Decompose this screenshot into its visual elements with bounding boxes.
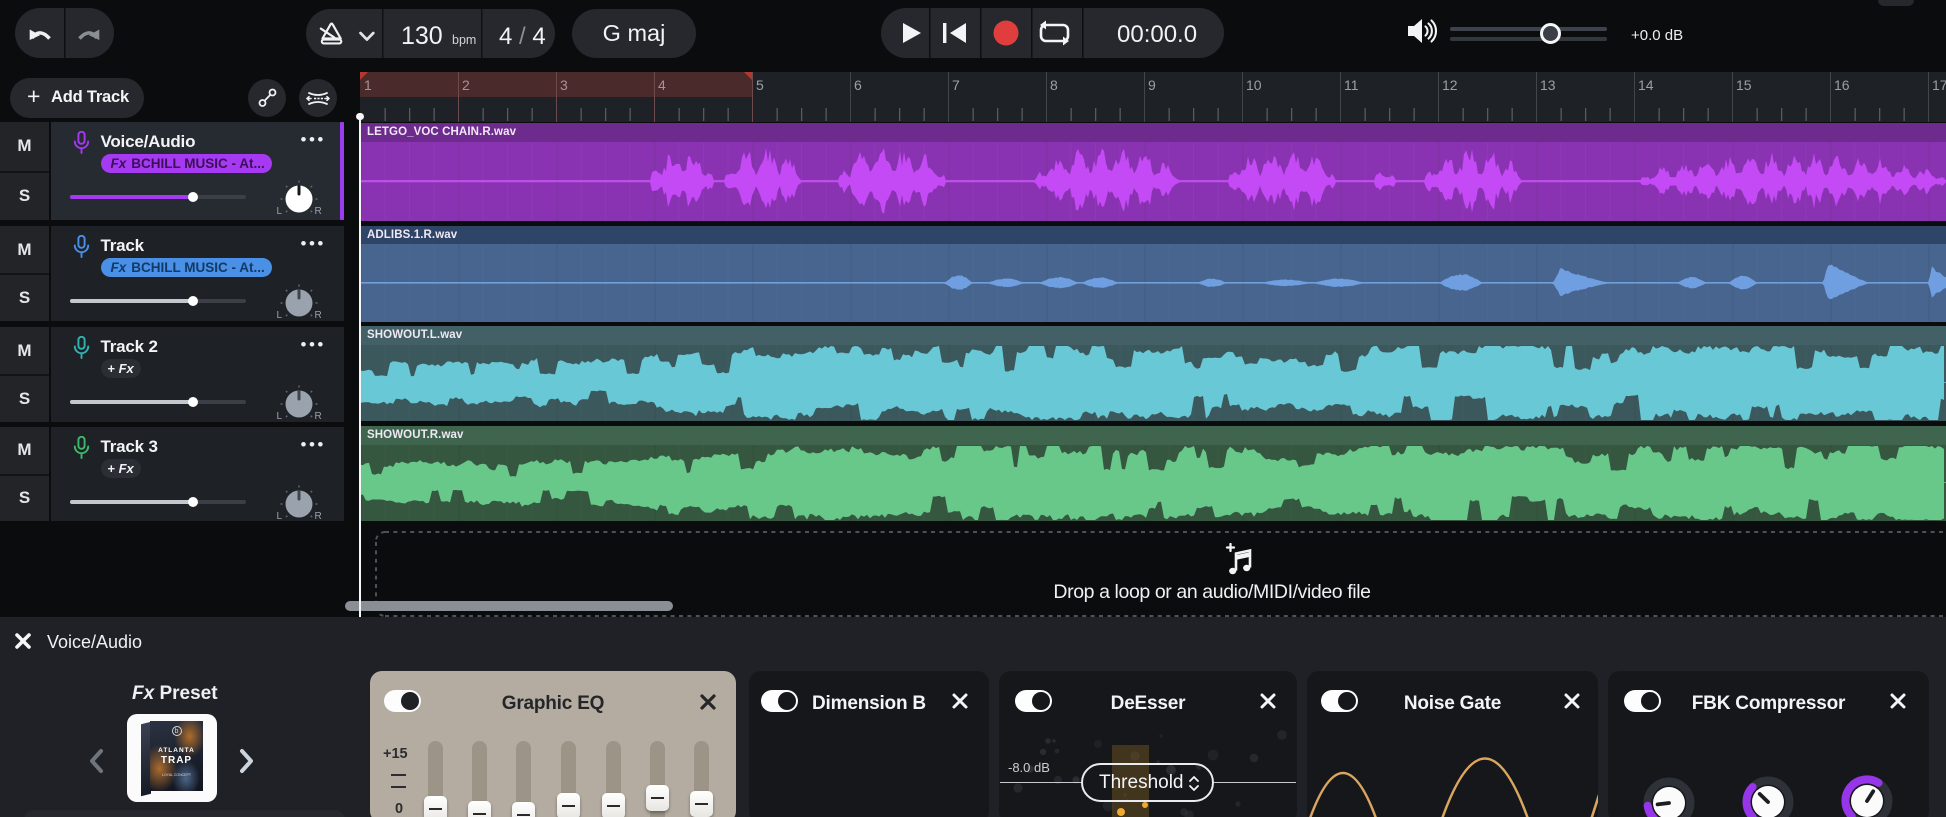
- svg-text:5: 5: [756, 77, 764, 93]
- svg-text:7: 7: [952, 77, 960, 93]
- svg-text:8: 8: [1050, 77, 1058, 93]
- svg-text:15: 15: [1736, 77, 1752, 93]
- svg-text:17: 17: [1932, 77, 1946, 93]
- svg-text:3: 3: [560, 77, 568, 93]
- svg-text:11: 11: [1344, 77, 1359, 93]
- svg-text:14: 14: [1638, 77, 1654, 93]
- svg-text:1: 1: [364, 77, 372, 93]
- svg-text:10: 10: [1246, 77, 1262, 93]
- svg-text:13: 13: [1540, 77, 1556, 93]
- svg-text:2: 2: [462, 77, 470, 93]
- svg-text:12: 12: [1442, 77, 1458, 93]
- svg-text:6: 6: [854, 77, 862, 93]
- svg-text:9: 9: [1148, 77, 1156, 93]
- svg-text:4: 4: [658, 77, 666, 93]
- svg-text:16: 16: [1834, 77, 1850, 93]
